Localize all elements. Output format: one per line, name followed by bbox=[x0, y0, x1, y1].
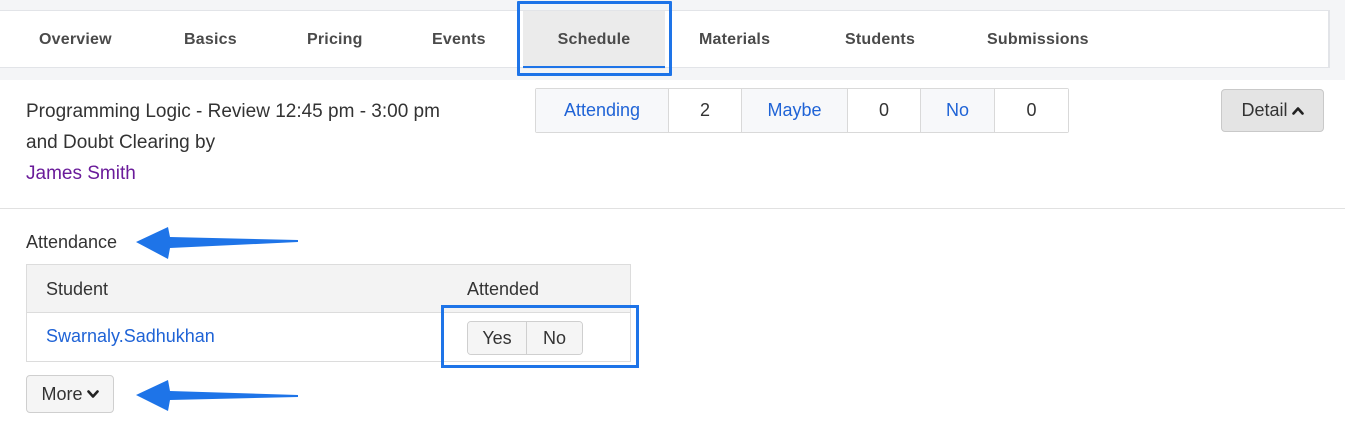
tab-pricing[interactable]: Pricing bbox=[307, 11, 363, 69]
event-title-line1: Programming Logic - Review 12:45 pm - 3:… bbox=[26, 101, 440, 122]
rsvp-attending-button[interactable]: Attending bbox=[536, 89, 669, 132]
column-header-student: Student bbox=[46, 279, 109, 299]
tab-submissions[interactable]: Submissions bbox=[987, 11, 1089, 69]
tab-basics[interactable]: Basics bbox=[184, 11, 237, 69]
student-name-link[interactable]: Swarnaly.Sadhukhan bbox=[46, 326, 215, 347]
rsvp-maybe-count: 0 bbox=[848, 89, 921, 132]
attended-highlight-box bbox=[441, 305, 639, 368]
more-button[interactable]: More bbox=[26, 375, 114, 413]
event-host-link[interactable]: James Smith bbox=[26, 158, 466, 189]
rsvp-summary: Attending 2 Maybe 0 No 0 bbox=[535, 88, 1069, 133]
tab-overview[interactable]: Overview bbox=[39, 11, 112, 69]
chevron-down-icon bbox=[86, 389, 99, 398]
detail-button[interactable]: Detail bbox=[1221, 89, 1324, 132]
event-title-line2: and Doubt Clearing by bbox=[26, 132, 216, 153]
tab-events[interactable]: Events bbox=[432, 11, 486, 69]
chevron-up-icon bbox=[1291, 107, 1304, 115]
attendance-title: Attendance bbox=[26, 232, 118, 252]
more-button-label: More bbox=[41, 383, 83, 404]
tab-materials[interactable]: Materials bbox=[699, 11, 770, 69]
section-divider bbox=[0, 208, 1345, 209]
tab-students[interactable]: Students bbox=[845, 11, 915, 69]
rsvp-maybe-button[interactable]: Maybe bbox=[742, 89, 848, 132]
schedule-tab-highlight-box bbox=[517, 1, 672, 76]
detail-button-label: Detail bbox=[1241, 100, 1288, 120]
rsvp-no-button[interactable]: No bbox=[921, 89, 995, 132]
rsvp-attending-count: 2 bbox=[669, 89, 742, 132]
annotation-arrow-icon bbox=[136, 227, 298, 259]
rsvp-no-count: 0 bbox=[995, 89, 1068, 132]
column-header-attended: Attended bbox=[467, 279, 540, 299]
annotation-arrow-icon bbox=[136, 380, 298, 411]
tab-bar-background: Overview Basics Pricing Events Schedule … bbox=[0, 0, 1345, 80]
event-title: Programming Logic - Review 12:45 pm - 3:… bbox=[26, 96, 466, 189]
